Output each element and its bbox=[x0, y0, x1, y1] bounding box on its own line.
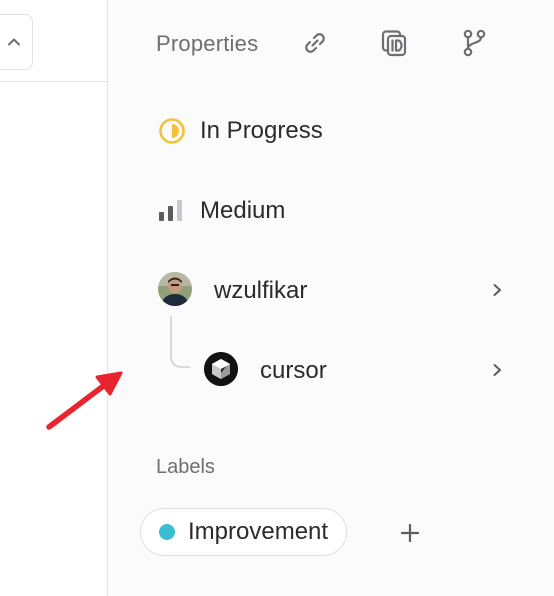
link-icon[interactable] bbox=[300, 28, 330, 58]
priority-row[interactable]: Medium bbox=[158, 194, 285, 228]
label-chip-improvement[interactable]: Improvement bbox=[140, 508, 348, 556]
plus-icon bbox=[400, 523, 420, 543]
delegate-name: cursor bbox=[260, 357, 327, 384]
chevron-up-icon bbox=[8, 38, 20, 46]
labels-section-title: Labels bbox=[156, 456, 215, 478]
branch-icon[interactable] bbox=[459, 28, 489, 58]
status-label: In Progress bbox=[200, 117, 323, 144]
delegation-connector bbox=[170, 316, 190, 368]
app-root: Properties In Progress Medium wzulfikar … bbox=[0, 0, 554, 596]
delegate-avatar bbox=[204, 352, 238, 386]
copy-id-icon[interactable] bbox=[379, 28, 409, 58]
assignee-name: wzulfikar bbox=[214, 277, 308, 304]
chevron-right-icon[interactable] bbox=[490, 363, 504, 377]
annotation-arrow bbox=[46, 371, 123, 430]
signal-bars-icon bbox=[159, 200, 182, 221]
collapse-button[interactable] bbox=[0, 14, 33, 70]
delegate-row[interactable]: cursor bbox=[260, 354, 327, 388]
label-name: Improvement bbox=[188, 518, 329, 545]
label-color-dot bbox=[159, 524, 175, 540]
add-label-button[interactable] bbox=[395, 518, 425, 548]
properties-panel: Properties In Progress Medium wzulfikar … bbox=[108, 0, 554, 596]
status-row[interactable]: In Progress bbox=[158, 114, 323, 148]
properties-header: Properties bbox=[156, 24, 258, 64]
assignee-avatar bbox=[158, 272, 192, 306]
priority-label: Medium bbox=[200, 197, 286, 224]
chevron-right-icon[interactable] bbox=[490, 283, 504, 297]
in-progress-icon bbox=[159, 118, 185, 144]
main-content-panel bbox=[0, 0, 108, 596]
assignee-row[interactable]: wzulfikar bbox=[214, 274, 307, 308]
properties-title: Properties bbox=[156, 31, 259, 56]
